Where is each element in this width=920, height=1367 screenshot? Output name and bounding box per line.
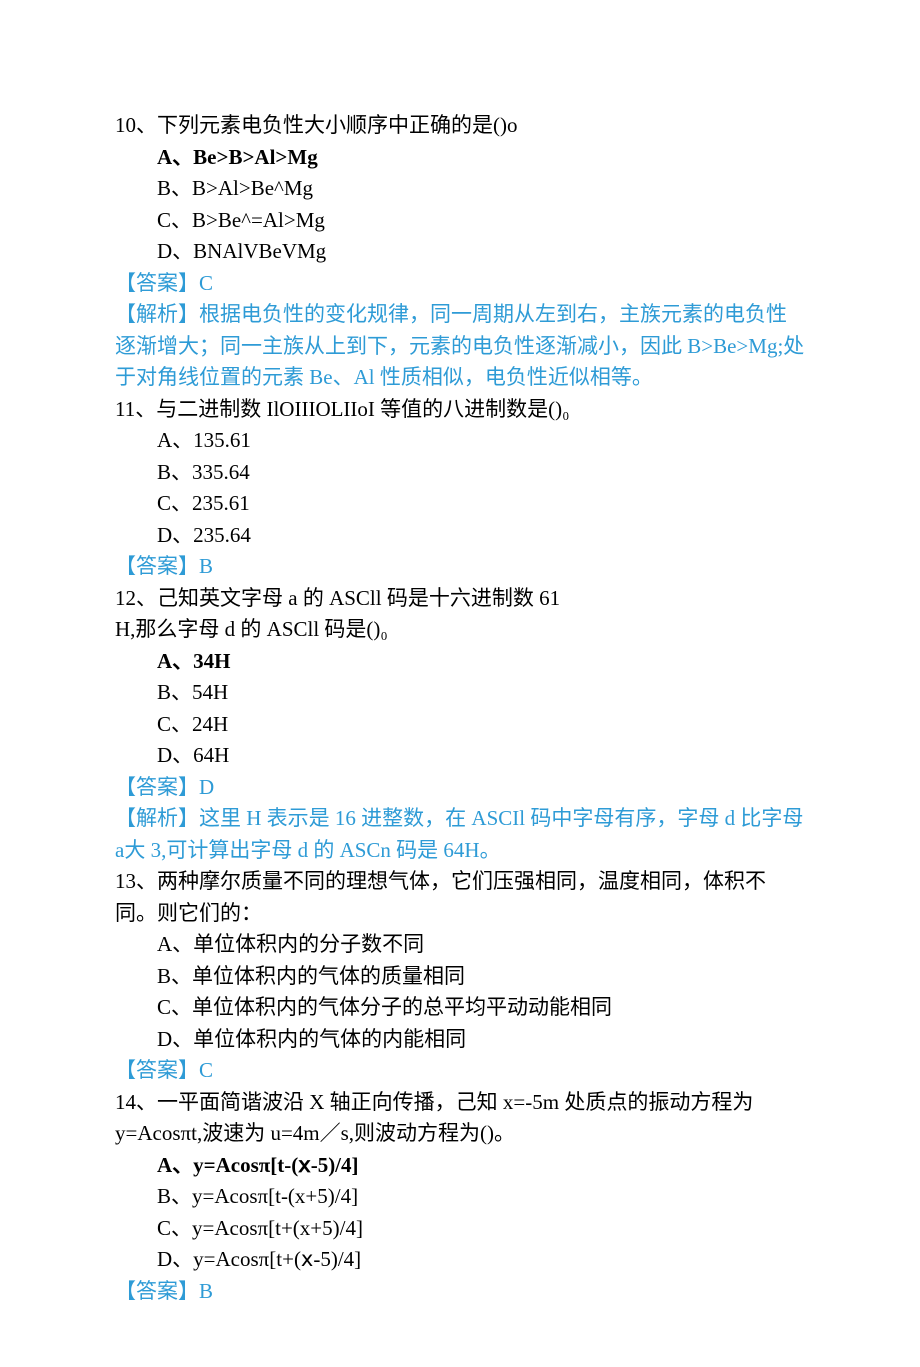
q13-answer-value: C (199, 1058, 213, 1082)
q13-optA: A、单位体积内的分子数不同 (115, 929, 805, 961)
q11-optA: A、135.61 (115, 425, 805, 457)
q14-answer-value: B (199, 1279, 213, 1303)
document-page: 10、下列元素电负性大小顺序中正确的是()o A、Be>B>Al>Mg B、B>… (0, 0, 920, 1367)
q12-optD: D、64H (115, 740, 805, 772)
q10-stem: 10、下列元素电负性大小顺序中正确的是()o (115, 110, 805, 142)
q10-answer: C (115, 268, 805, 300)
q10-optC: C、B>Be^=Al>Mg (115, 205, 805, 237)
q10-optA: A、Be>B>Al>Mg (157, 145, 318, 169)
q11-answer-value: B (199, 554, 213, 578)
q12-explanation: 这里 H 表示是 16 进整数，在 ASCIl 码中字母有序，字母 d 比字母 … (115, 803, 805, 866)
q10-optD: D、BNAlVBeVMg (115, 236, 805, 268)
q10-answer-value: C (199, 271, 213, 295)
q11-optB: B、335.64 (115, 457, 805, 489)
q14-stem-line1: 14、一平面简谐波沿 X 轴正向传播，己知 x=-5m 处质点的振动方程为 (115, 1087, 805, 1119)
q12-optC: C、24H (115, 709, 805, 741)
q11-optD: D、235.64 (115, 520, 805, 552)
q11-answer: B (115, 551, 805, 583)
q11-optC: C、235.61 (115, 488, 805, 520)
q12-answer: D (115, 772, 805, 804)
q12-explanation-text: 这里 H 表示是 16 进整数，在 ASCIl 码中字母有序，字母 d 比字母 … (115, 806, 803, 862)
q13-optB: B、单位体积内的气体的质量相同 (115, 961, 805, 993)
q14-optA: A、y=Acosπ[t-(ⅹ-5)/4] (157, 1153, 359, 1177)
q12-optB: B、54H (115, 677, 805, 709)
q10-explanation: 根据电负性的变化规律，同一周期从左到右，主族元素的电负性逐渐增大；同一主族从上到… (115, 299, 805, 394)
q13-optD: D、单位体积内的气体的内能相同 (115, 1024, 805, 1056)
q14-optC: C、y=Acosπ[t+(x+5)/4] (115, 1213, 805, 1245)
q14-answer: B (115, 1276, 805, 1308)
q10-optB: B、B>Al>Be^Mg (115, 173, 805, 205)
q13-stem: 13、两种摩尔质量不同的理想气体，它们压强相同，温度相同，体积不同。则它们的： (115, 866, 805, 929)
q12-stem-line1: 12、己知英文字母 a 的 ASCll 码是十六进制数 61 (115, 583, 805, 615)
q14-stem-line2: y=Acosπt,波速为 u=4m／s,则波动方程为()。 (115, 1118, 805, 1150)
q14-optB: B、y=Acosπ[t-(x+5)/4] (115, 1181, 805, 1213)
q13-answer: C (115, 1055, 805, 1087)
q13-optC: C、单位体积内的气体分子的总平均平动动能相同 (115, 992, 805, 1024)
q11-stem: 11、与二进制数 IlOIIIOLIIoI 等值的八进制数是()₀ (115, 394, 805, 426)
q12-stem-line2: H,那么字母 d 的 ASCll 码是()₀ (115, 614, 805, 646)
q12-answer-value: D (199, 775, 214, 799)
q10-explanation-text: 根据电负性的变化规律，同一周期从左到右，主族元素的电负性逐渐增大；同一主族从上到… (115, 302, 804, 389)
q12-optA: A、34H (157, 649, 231, 673)
q14-optD: D、y=Acosπ[t+(ⅹ-5)/4] (115, 1244, 805, 1276)
